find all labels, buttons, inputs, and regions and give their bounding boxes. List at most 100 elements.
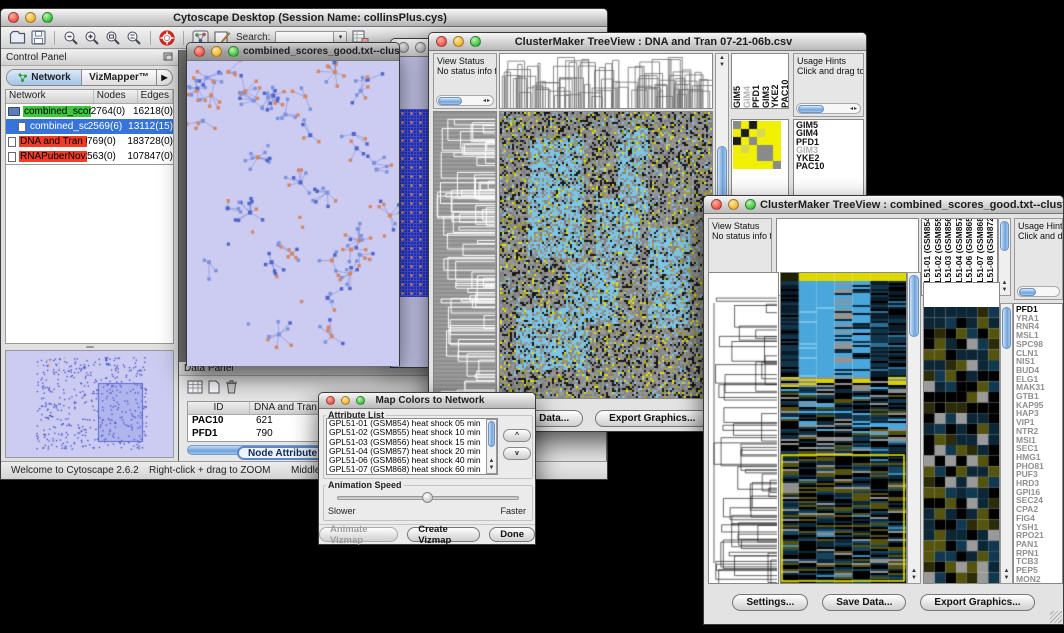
scroll-up-icon[interactable]: ▲▼ [716,55,728,69]
delete-attribute-icon[interactable] [225,379,238,399]
network-table-header[interactable]: Network Nodes Edges [6,90,173,104]
minimize-button[interactable] [453,36,464,47]
column-dendrogram[interactable] [499,53,713,109]
scroll-arrows-icon[interactable]: ▲▼ [908,568,920,582]
scrollbar-thumb[interactable] [1000,221,1009,251]
scroll-arrows-icon[interactable]: ▲▼ [1001,568,1012,582]
scrollbar-thumb[interactable] [1019,288,1036,296]
done-button[interactable]: Done [489,527,535,542]
usage-hints-scrollbar[interactable]: ◂▸ [796,103,861,114]
network-tree-row[interactable]: DNA and Tran 07 769(0) 183728(0) [6,134,173,149]
new-attribute-icon[interactable] [208,380,220,399]
attribute-list-item[interactable]: GPL51-07 (GSM868) heat shock 60 min [327,465,497,474]
close-button[interactable] [194,46,205,57]
help-lifebuoy-icon[interactable] [159,29,175,47]
zoom-selected-icon[interactable] [105,29,121,47]
treeview-button[interactable]: Save Data... [822,594,906,611]
resize-grip[interactable] [1050,611,1062,623]
usage-hints-scrollbar[interactable] [1017,286,1060,297]
column-label[interactable]: GIM5 [732,54,742,108]
panel-float-icon[interactable] [163,52,173,64]
zoom-in-icon[interactable] [84,29,100,47]
network-tree-row[interactable]: combined_sco 2569(6) 13112(15) [6,119,173,134]
minimize-button[interactable] [25,12,36,23]
row-dendrogram[interactable] [708,272,779,584]
treeview2-titlebar[interactable]: ClusterMaker TreeView : combined_scores_… [704,196,1063,214]
dialog-titlebar[interactable]: Map Colors to Network [319,393,535,409]
minimize-button[interactable] [211,46,222,57]
column-label[interactable]: PAC10 [780,54,790,108]
treeview-button[interactable]: Settings... [732,594,808,611]
zoom-matrix-canvas[interactable] [733,121,781,169]
tab-overflow-button[interactable]: ▶ [156,70,172,85]
animate-vizmap-button[interactable]: Animate Vizmap [319,527,398,542]
minimize-button[interactable] [415,42,426,53]
row-dendrogram[interactable] [433,111,497,399]
network-tree-row[interactable]: combined_scores 2764(0) 16218(0) [6,104,173,119]
scrollbar-arrows-icon[interactable]: ◂▸ [483,96,493,106]
row-dendrogram-canvas[interactable] [709,273,778,583]
select-attributes-icon[interactable] [187,380,203,399]
slider-thumb[interactable] [422,492,433,503]
column-label[interactable]: GIM3 [761,54,771,108]
row-dendrogram-canvas[interactable] [434,112,496,398]
save-icon[interactable] [31,29,46,47]
move-down-button[interactable]: v [503,447,531,460]
heatmap-main[interactable] [780,272,907,584]
attribute-list-scrollbar[interactable]: ▲▼ [486,419,497,474]
column-label[interactable]: YKE2 [770,54,780,108]
zoom-button[interactable] [470,36,481,47]
zoom-button[interactable] [745,199,756,210]
heatmap-canvas[interactable] [500,112,712,398]
treeview1-title: ClusterMaker TreeView : DNA and Tran 07-… [481,36,866,48]
network-graph-canvas[interactable] [187,61,399,366]
minimize-button[interactable] [341,396,350,405]
column-header-nodes[interactable]: Nodes [94,90,138,103]
column-label[interactable]: PFD1 [751,54,761,108]
close-button[interactable] [326,396,335,405]
overview-canvas[interactable] [6,351,174,455]
treeview-button[interactable]: Export Graphics... [920,594,1034,611]
open-file-icon[interactable] [9,29,26,47]
network-tree-row[interactable]: RNAPuberNov2+ 563(0) 107847(0) [6,149,173,164]
column-label[interactable]: GIM4 [742,54,752,108]
heatmap-vertical-scrollbar[interactable]: ▲▼ [907,272,921,584]
treeview1-titlebar[interactable]: ClusterMaker TreeView : DNA and Tran 07-… [429,33,866,51]
view-status-scrollbar[interactable]: ◂▸ [436,95,494,106]
close-button[interactable] [8,12,19,23]
zoom-fit-icon[interactable] [126,29,142,47]
row-label[interactable]: PAC10 [796,162,861,170]
column-header-network[interactable]: Network [6,90,94,103]
heatmap-main[interactable] [499,111,713,399]
zoom-out-icon[interactable] [63,29,79,47]
create-vizmap-button[interactable]: Create Vizmap [407,527,480,542]
gene-label[interactable]: MON2 [1016,575,1060,584]
move-up-button[interactable]: ^ [503,429,531,442]
close-button[interactable] [436,36,447,47]
scrollbar-thumb[interactable] [488,421,495,447]
scrollbar-thumb[interactable] [909,275,919,337]
heatmap-canvas[interactable] [781,273,906,583]
zoom-button[interactable] [356,396,365,405]
treeview-button[interactable]: Export Graphics... [595,410,709,427]
attribute-list[interactable]: GPL51-01 (GSM854) heat shock 05 minGPL51… [326,418,498,475]
zoom-button[interactable] [42,12,53,23]
minimize-button[interactable] [728,199,739,210]
gene-list-scrollbar[interactable]: ▲▼ [1000,303,1013,584]
scrollbar-thumb[interactable] [1002,307,1011,349]
tab-network[interactable]: Network [7,70,82,85]
zoom-button[interactable] [228,46,239,57]
network-overview-thumbnail[interactable] [5,350,174,458]
column-dendrogram-canvas[interactable] [500,54,712,108]
column-header-edges[interactable]: Edges [138,90,173,103]
close-button[interactable] [711,199,722,210]
scrollbar-arrows-icon[interactable]: ◂▸ [850,104,860,114]
scroll-arrows-icon[interactable]: ▲▼ [999,280,1010,294]
main-titlebar[interactable]: Cytoscape Desktop (Session Name: collins… [1,9,607,27]
scrollbar-thumb[interactable] [798,105,824,113]
zoom-heatmap-canvas[interactable] [924,307,999,583]
tab-vizmapper[interactable]: VizMapper™ [82,70,156,85]
scrollbar-thumb[interactable] [438,97,462,105]
network-view-titlebar[interactable]: combined_scores_good.txt--cluste... [187,43,399,61]
scroll-arrows-icon[interactable]: ▲▼ [487,458,496,472]
